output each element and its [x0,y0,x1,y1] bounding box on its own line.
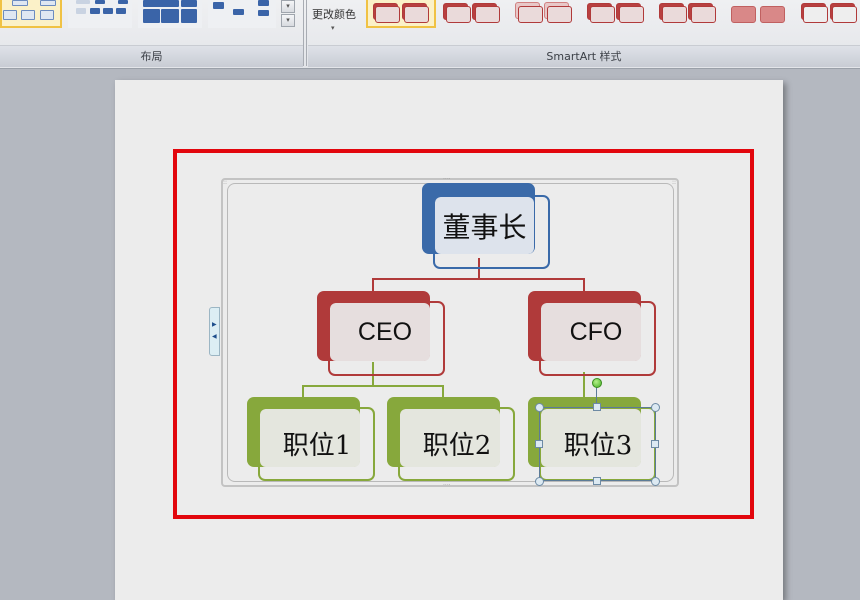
rotate-handle[interactable] [592,378,602,388]
text-pane-toggle[interactable]: ▶ ◀ [209,307,220,356]
chevron-down-icon: ▾ [331,24,335,32]
connector-line [372,278,585,280]
layout-thumb-hierarchy[interactable] [68,0,132,28]
group-label-smartart-styles: SmartArt 样式 [308,45,860,67]
node-text[interactable]: CEO [330,303,440,361]
group-separator [303,0,304,66]
style-thumb-7[interactable] [800,0,860,28]
style-thumb-4[interactable] [584,0,654,28]
resize-handle-top[interactable] [593,403,601,411]
node-text[interactable]: 董事长 [435,197,534,254]
style-thumb-6[interactable] [728,0,798,28]
resize-handle-top-left[interactable] [535,403,544,412]
connector-line [372,278,374,292]
gallery-scroll-down-button[interactable]: ▾ [281,0,295,13]
bottom-resize-grip[interactable]: ···· [443,482,451,489]
gallery-more-button[interactable]: ▾ [281,14,295,27]
connector-line [583,278,585,292]
expand-arrow-icon: ▶ [212,321,217,328]
resize-handle-top-right[interactable] [651,403,660,412]
style-thumb-5[interactable] [656,0,726,28]
layout-thumb-table-hierarchy[interactable] [138,0,202,28]
selection-box [539,407,656,481]
connector-line [302,385,444,387]
resize-handle-bottom-left[interactable] [535,477,544,486]
ribbon: ▾ ▾ 更改颜色 ▾ 布局 SmartArt 样式 [0,0,860,69]
node-text[interactable]: 职位1 [262,409,372,477]
group-label-layout: 布局 [0,45,303,67]
resize-handle-bottom-right[interactable] [651,477,660,486]
collapse-arrow-icon: ◀ [212,333,217,340]
change-color-button[interactable]: 更改颜色 [312,6,356,22]
resize-handle-right[interactable] [651,440,659,448]
layout-thumb-org-chart[interactable] [0,0,62,28]
resize-handle-bottom[interactable] [593,477,601,485]
top-resize-grip[interactable]: ···· [443,176,451,183]
layout-thumb-horizontal-hierarchy[interactable] [208,0,276,28]
group-separator [306,0,307,66]
style-thumb-3[interactable] [512,0,582,28]
corner-resize-grip[interactable]: :: [672,179,676,186]
style-thumb-2[interactable] [440,0,510,28]
resize-handle-left[interactable] [535,440,543,448]
node-text[interactable]: 职位2 [402,409,512,477]
style-thumb-1[interactable] [366,0,436,28]
corner-resize-grip[interactable]: :: [223,179,227,186]
node-text[interactable]: CFO [541,303,651,361]
